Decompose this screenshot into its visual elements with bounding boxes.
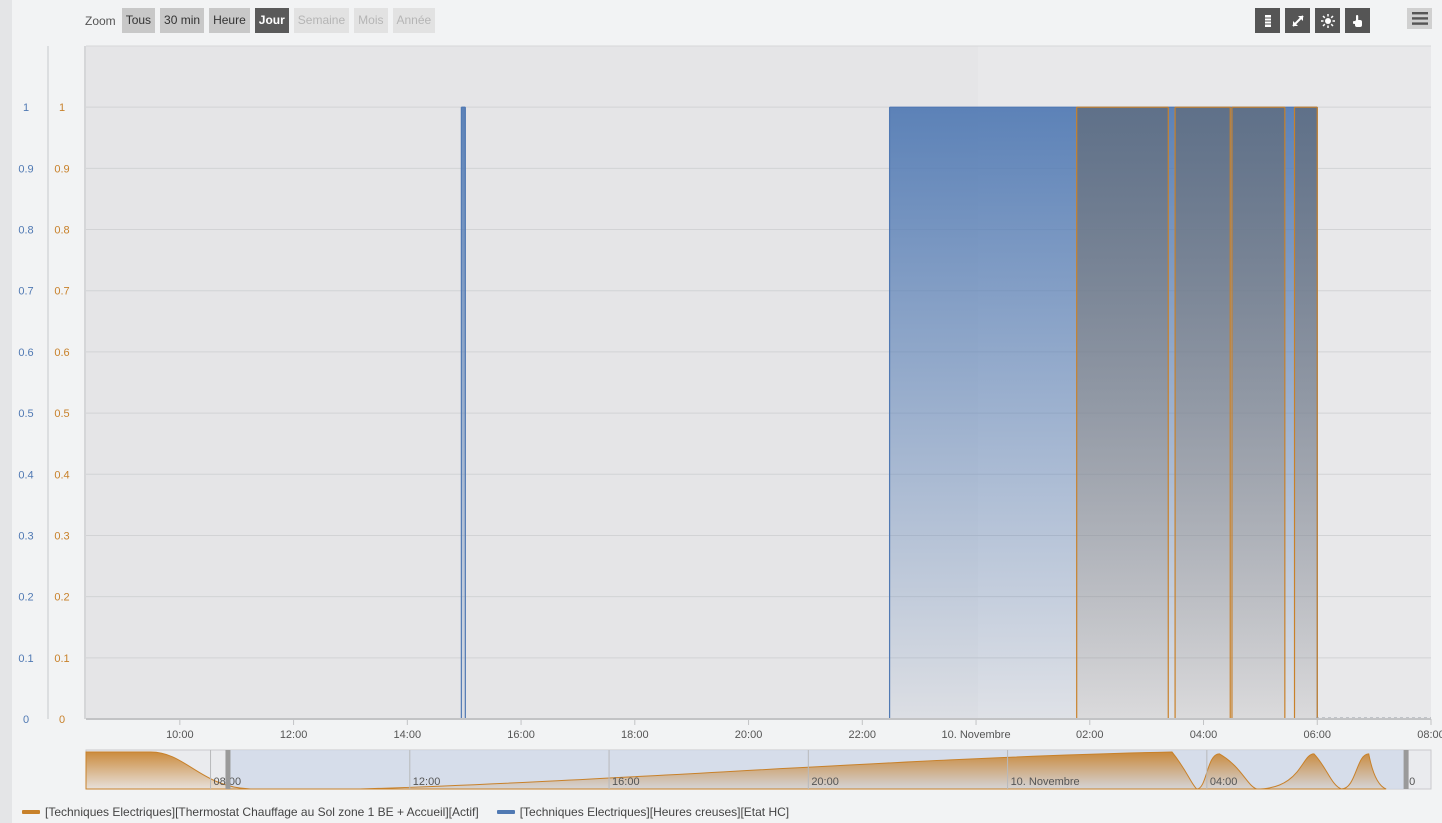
ytick-left-label: 0.4 bbox=[18, 469, 33, 481]
xtick-label: 02:00 bbox=[1076, 729, 1104, 741]
ytick-left-label: 0.6 bbox=[18, 347, 33, 359]
ytick-right-label: 0.2 bbox=[54, 592, 69, 604]
ytick-left-label: 0.1 bbox=[18, 653, 33, 665]
chart-legend: [Techniques Electriques][Thermostat Chau… bbox=[22, 805, 789, 819]
ytick-left-label: 0.3 bbox=[18, 530, 33, 542]
xtick-label: 16:00 bbox=[507, 729, 535, 741]
xtick-label: 06:00 bbox=[1303, 729, 1331, 741]
ytick-right-label: 0.1 bbox=[54, 653, 69, 665]
legend-label: [Techniques Electriques][Thermostat Chau… bbox=[45, 805, 479, 819]
series-thermostat-actif[interactable] bbox=[1076, 106, 1318, 719]
plot-shade-band bbox=[86, 46, 978, 719]
xtick-label: 10. Novembre bbox=[941, 729, 1010, 741]
area-segment bbox=[1231, 107, 1285, 719]
ytick-left-label: 0.5 bbox=[18, 408, 33, 420]
area-segment bbox=[1175, 107, 1231, 719]
ytick-right-label: 0.3 bbox=[54, 530, 69, 542]
legend-label: [Techniques Electriques][Heures creuses]… bbox=[519, 805, 790, 819]
navigator-tick-label: 20:00 bbox=[811, 776, 839, 788]
legend-item-thermostat[interactable]: [Techniques Electriques][Thermostat Chau… bbox=[22, 805, 479, 819]
area-segment bbox=[1076, 107, 1169, 719]
ytick-right-label: 0.7 bbox=[54, 286, 69, 298]
ytick-left-label: 0.2 bbox=[18, 592, 33, 604]
ytick-right-label: 0.9 bbox=[54, 163, 69, 175]
xtick-label: 12:00 bbox=[280, 729, 308, 741]
xtick-label: 20:00 bbox=[735, 729, 763, 741]
ytick-right-label: 0 bbox=[59, 714, 65, 726]
navigator-tick-label: 16:00 bbox=[612, 776, 640, 788]
navigator-tick-label: 12:00 bbox=[413, 776, 441, 788]
xtick-label: 14:00 bbox=[394, 729, 422, 741]
navigator-handle-left[interactable] bbox=[225, 750, 231, 789]
xtick-label: 04:00 bbox=[1190, 729, 1218, 741]
xaxis-labels: 10:00 12:00 14:00 16:00 18:00 20:00 22:00 10. N… bbox=[166, 719, 1442, 741]
ytick-left-label: 0.8 bbox=[18, 225, 33, 237]
ytick-left-label: 0.7 bbox=[18, 286, 33, 298]
navigator-handle-right[interactable] bbox=[1403, 750, 1409, 789]
xtick-label: 10:00 bbox=[166, 729, 194, 741]
yaxis-right-labels: 0 0.1 0.2 0.3 0.4 0.5 0.6 0.7 0.8 0.9 1 bbox=[54, 102, 69, 726]
navigator-tick-label: 0 bbox=[1409, 776, 1415, 788]
ytick-right-label: 0.8 bbox=[54, 225, 69, 237]
ytick-left-label: 0 bbox=[23, 714, 29, 726]
navigator-tick-label: 04:00 bbox=[1210, 776, 1238, 788]
legend-swatch-orange bbox=[22, 810, 40, 814]
ytick-left-label: 0.9 bbox=[18, 163, 33, 175]
ytick-right-label: 0.6 bbox=[54, 347, 69, 359]
ytick-right-label: 0.4 bbox=[54, 469, 69, 481]
xtick-label: 08:00 bbox=[1417, 729, 1442, 741]
ytick-right-label: 1 bbox=[59, 102, 65, 114]
legend-item-heures-creuses[interactable]: [Techniques Electriques][Heures creuses]… bbox=[496, 805, 790, 819]
ytick-right-label: 0.5 bbox=[54, 408, 69, 420]
area-segment bbox=[1294, 107, 1318, 719]
xtick-label: 22:00 bbox=[849, 729, 877, 741]
chart-svg: 0 0.1 0.2 0.3 0.4 0.5 0.6 0.7 0.8 0.9 1 0 0.1 0.2 0.3… bbox=[18, 45, 1442, 790]
xtick-label: 18:00 bbox=[621, 729, 649, 741]
yaxis-left-labels: 0 0.1 0.2 0.3 0.4 0.5 0.6 0.7 0.8 0.9 1 bbox=[18, 102, 33, 726]
chart-widget: Zoom Tous 30 min Heure Jour Semaine Mois… bbox=[0, 0, 1442, 823]
legend-swatch-blue bbox=[496, 810, 515, 814]
ytick-left-label: 1 bbox=[23, 102, 29, 114]
navigator-tick-label: 10. Novembre bbox=[1011, 776, 1080, 788]
